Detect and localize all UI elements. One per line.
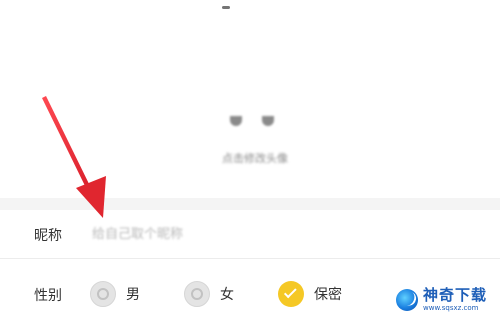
gender-option-label: 女 — [220, 287, 234, 303]
avatar-left-edge — [230, 116, 242, 126]
status-indicator — [222, 6, 230, 9]
watermark-logo-icon — [396, 289, 418, 311]
gender-option-female[interactable]: 女 — [184, 280, 234, 308]
avatar-right-edge — [262, 116, 274, 126]
nickname-input[interactable] — [92, 222, 332, 246]
gender-option-secret[interactable]: 保密 — [278, 280, 342, 308]
gender-label: 性别 — [34, 288, 62, 304]
change-avatar-link[interactable]: 点击修改头像 — [200, 150, 310, 166]
watermark-title: 神奇下载 — [423, 286, 488, 304]
nickname-label: 昵称 — [34, 228, 62, 244]
secret-check-icon — [278, 281, 304, 307]
avatar[interactable] — [230, 116, 274, 128]
site-watermark: 神奇下载 www.sqsxz.com — [396, 280, 500, 320]
profile-header: 点击修改头像 — [0, 0, 500, 200]
gender-option-label: 保密 — [314, 287, 342, 303]
gender-option-male[interactable]: 男 — [90, 280, 140, 308]
male-radio-icon — [90, 281, 116, 307]
section-divider — [0, 198, 500, 210]
female-radio-icon — [184, 281, 210, 307]
nickname-row: 昵称 — [0, 210, 500, 259]
gender-option-label: 男 — [126, 287, 140, 303]
watermark-url: www.sqsxz.com — [423, 304, 479, 312]
